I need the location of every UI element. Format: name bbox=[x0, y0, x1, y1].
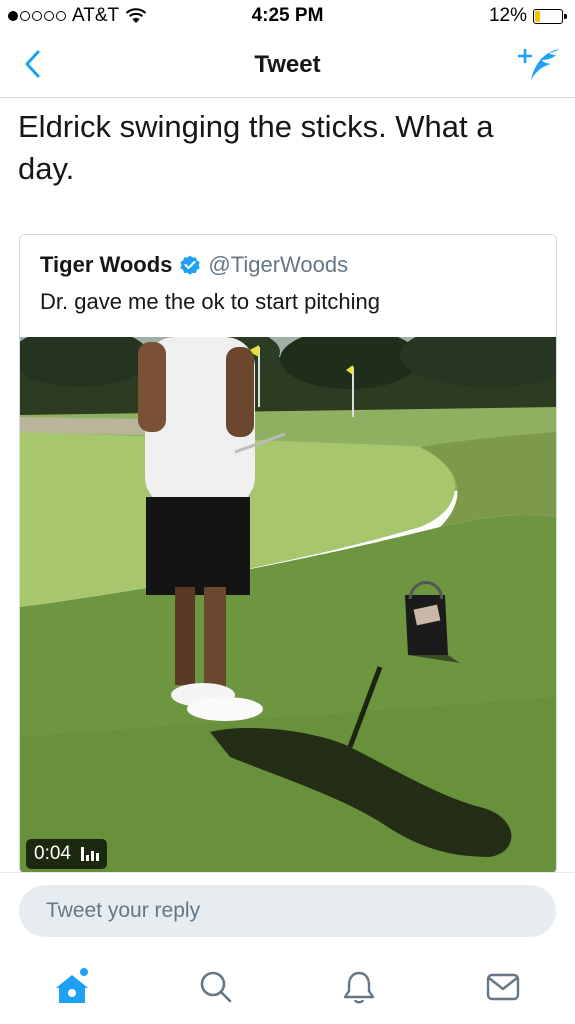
volume-bars-icon bbox=[80, 847, 99, 861]
page-title: Tweet bbox=[254, 51, 321, 78]
tab-bar bbox=[0, 950, 575, 1024]
messages-icon bbox=[486, 973, 520, 1001]
battery-percent: 12% bbox=[488, 5, 527, 26]
video-thumbnail bbox=[20, 337, 556, 873]
tab-home[interactable] bbox=[0, 950, 144, 1024]
quoted-author-handle[interactable]: @TigerWoods bbox=[208, 252, 348, 278]
search-icon bbox=[200, 971, 231, 1003]
compose-tweet-icon bbox=[517, 48, 559, 80]
verified-badge-icon bbox=[180, 255, 201, 275]
quoted-tweet-card[interactable]: Tiger Woods @TigerWoods Dr. gave me the … bbox=[19, 234, 557, 874]
tweet-text: Eldrick swinging the sticks. What a day. bbox=[18, 109, 494, 186]
tab-search[interactable] bbox=[144, 950, 288, 1024]
notifications-icon bbox=[344, 971, 375, 1004]
tab-notifications[interactable] bbox=[288, 950, 432, 1024]
quoted-tweet-header: Tiger Woods @TigerWoods bbox=[40, 252, 348, 278]
quoted-author-name[interactable]: Tiger Woods bbox=[40, 252, 172, 278]
video-duration-badge: 0:04 bbox=[26, 839, 107, 869]
home-icon bbox=[55, 968, 88, 1003]
video-duration: 0:04 bbox=[34, 843, 71, 864]
battery-icon bbox=[533, 8, 567, 24]
quoted-tweet-text: Dr. gave me the ok to start pitching bbox=[40, 289, 380, 314]
reply-area: Tweet your reply bbox=[0, 872, 575, 950]
status-right: 12% bbox=[488, 5, 567, 27]
video-player[interactable]: 0:04 bbox=[20, 337, 556, 873]
nav-bar: Tweet bbox=[0, 32, 575, 98]
compose-button[interactable] bbox=[515, 44, 563, 86]
tab-messages[interactable] bbox=[431, 950, 575, 1024]
reply-input[interactable]: Tweet your reply bbox=[19, 885, 556, 937]
status-bar: AT&T 4:25 PM 12% bbox=[0, 0, 575, 32]
